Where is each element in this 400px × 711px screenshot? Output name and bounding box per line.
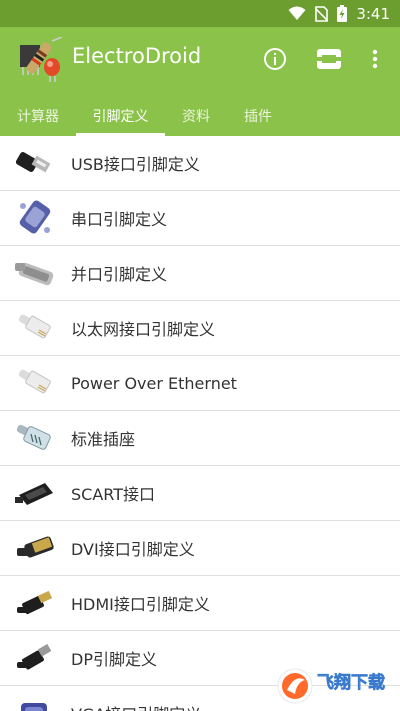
serial-db9-icon: [19, 200, 51, 234]
info-button[interactable]: [257, 41, 293, 77]
list-item-label: 标准插座: [71, 430, 136, 449]
ethernet-rj45-icon: [18, 314, 51, 339]
list-item-label: SCART接口: [71, 485, 156, 504]
list-item-phone-jack[interactable]: 标准插座: [0, 411, 400, 466]
list-item-parallel[interactable]: 并口引脚定义: [0, 246, 400, 301]
battery-charging-icon: [337, 5, 348, 22]
pinout-list: USB接口引脚定义 串口引脚定义 并口引脚定义 以太网接口引脚定义 Power …: [0, 136, 400, 711]
hdmi-plug-icon: [17, 590, 53, 615]
list-item-label: DVI接口引脚定义: [71, 540, 195, 559]
vga-plug-icon: [21, 703, 47, 711]
app-title: ElectroDroid: [72, 44, 202, 68]
connector-icon: [316, 49, 342, 69]
list-item-dvi[interactable]: DVI接口引脚定义: [0, 521, 400, 576]
list-item-serial[interactable]: 串口引脚定义: [0, 191, 400, 246]
more-options-button[interactable]: [357, 41, 393, 77]
app-bar: ElectroDroid 计算器 引脚定义 资料 插件: [0, 27, 400, 136]
status-time: 3:41: [356, 4, 390, 23]
tab-resources[interactable]: 资料: [165, 95, 227, 136]
tab-pinouts[interactable]: 引脚定义: [76, 95, 165, 136]
connector-button[interactable]: [311, 41, 347, 77]
list-item-label: USB接口引脚定义: [71, 155, 200, 174]
phone-rj11-icon: [16, 424, 51, 450]
scart-plug-icon: [15, 483, 53, 505]
watermark-logo: 飞翔下载 WWW.FXXZ.COM: [277, 668, 395, 705]
more-vert-icon: [372, 49, 378, 69]
no-sim-icon: [315, 5, 329, 22]
tab-plugins[interactable]: 插件: [227, 95, 289, 136]
parallel-port-icon: [15, 262, 54, 286]
list-item-scart[interactable]: SCART接口: [0, 466, 400, 521]
list-item-label: 并口引脚定义: [71, 265, 168, 284]
list-item-label: Power Over Ethernet: [71, 373, 237, 393]
wifi-icon: [288, 6, 306, 20]
poe-rj45-icon: [18, 369, 51, 394]
svg-text:飞翔下载: 飞翔下载: [317, 672, 385, 693]
list-item-poe[interactable]: Power Over Ethernet: [0, 356, 400, 411]
tab-calculator[interactable]: 计算器: [0, 95, 76, 136]
info-icon: [264, 48, 286, 70]
usb-plug-icon: [15, 152, 51, 173]
tab-bar: 计算器 引脚定义 资料 插件: [0, 95, 400, 136]
status-bar: 3:41: [0, 0, 400, 27]
list-item-label: 以太网接口引脚定义: [71, 320, 216, 339]
list-item-label: HDMI接口引脚定义: [71, 595, 210, 614]
list-item-label: 串口引脚定义: [71, 210, 168, 229]
list-item-label: VGA接口引脚定义: [71, 701, 201, 711]
svg-text:WWW.FXXZ.COM: WWW.FXXZ.COM: [319, 695, 395, 705]
dvi-plug-icon: [17, 536, 54, 558]
status-icons: 3:41: [288, 0, 390, 27]
list-item-label: DP引脚定义: [71, 650, 157, 669]
list-item-usb[interactable]: USB接口引脚定义: [0, 136, 400, 191]
displayport-plug-icon: [17, 644, 52, 670]
list-item-ethernet[interactable]: 以太网接口引脚定义: [0, 301, 400, 356]
electrodroid-logo: [20, 37, 63, 82]
list-item-hdmi[interactable]: HDMI接口引脚定义: [0, 576, 400, 631]
